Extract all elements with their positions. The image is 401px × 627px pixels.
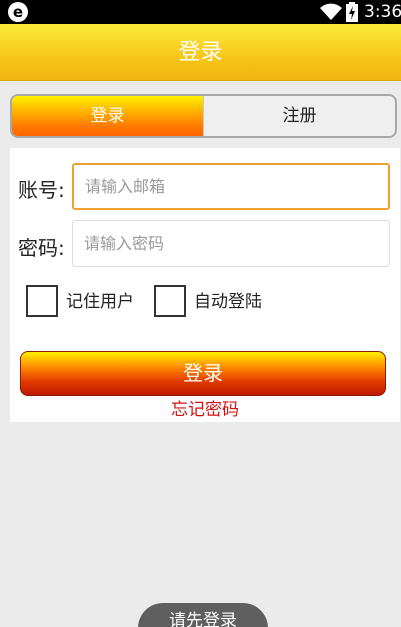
toast-message: 请先登录: [138, 603, 268, 627]
account-label: 账号:: [18, 178, 65, 202]
remember-user-checkbox[interactable]: [26, 285, 58, 317]
account-input[interactable]: 请输入邮箱: [72, 163, 390, 210]
battery-icon: [346, 2, 358, 22]
password-placeholder: 请输入密码: [84, 233, 165, 253]
password-input[interactable]: 请输入密码: [72, 220, 390, 267]
auto-login-checkbox[interactable]: [154, 285, 186, 317]
login-button[interactable]: 登录: [20, 351, 386, 396]
wifi-icon: [320, 3, 342, 20]
browser-icon: e: [8, 2, 28, 22]
status-bar: e 3:36: [0, 0, 401, 24]
tab-login[interactable]: 登录: [12, 96, 203, 136]
title-bar: 登录: [0, 24, 401, 81]
remember-user-label: 记住用户: [66, 292, 134, 312]
forgot-password-link[interactable]: 忘记密码: [10, 400, 400, 420]
password-label: 密码:: [18, 236, 65, 260]
tab-register[interactable]: 注册: [203, 96, 395, 136]
page-title: 登录: [178, 40, 223, 65]
auto-login-label: 自动登陆: [194, 292, 262, 312]
login-form: 账号: 请输入邮箱 密码: 请输入密码 记住用户 自动登陆 登录 忘记密码: [10, 148, 400, 422]
account-placeholder: 请输入邮箱: [85, 176, 166, 196]
auth-tabs: 登录 注册: [10, 94, 397, 138]
status-time: 3:36: [364, 2, 401, 22]
